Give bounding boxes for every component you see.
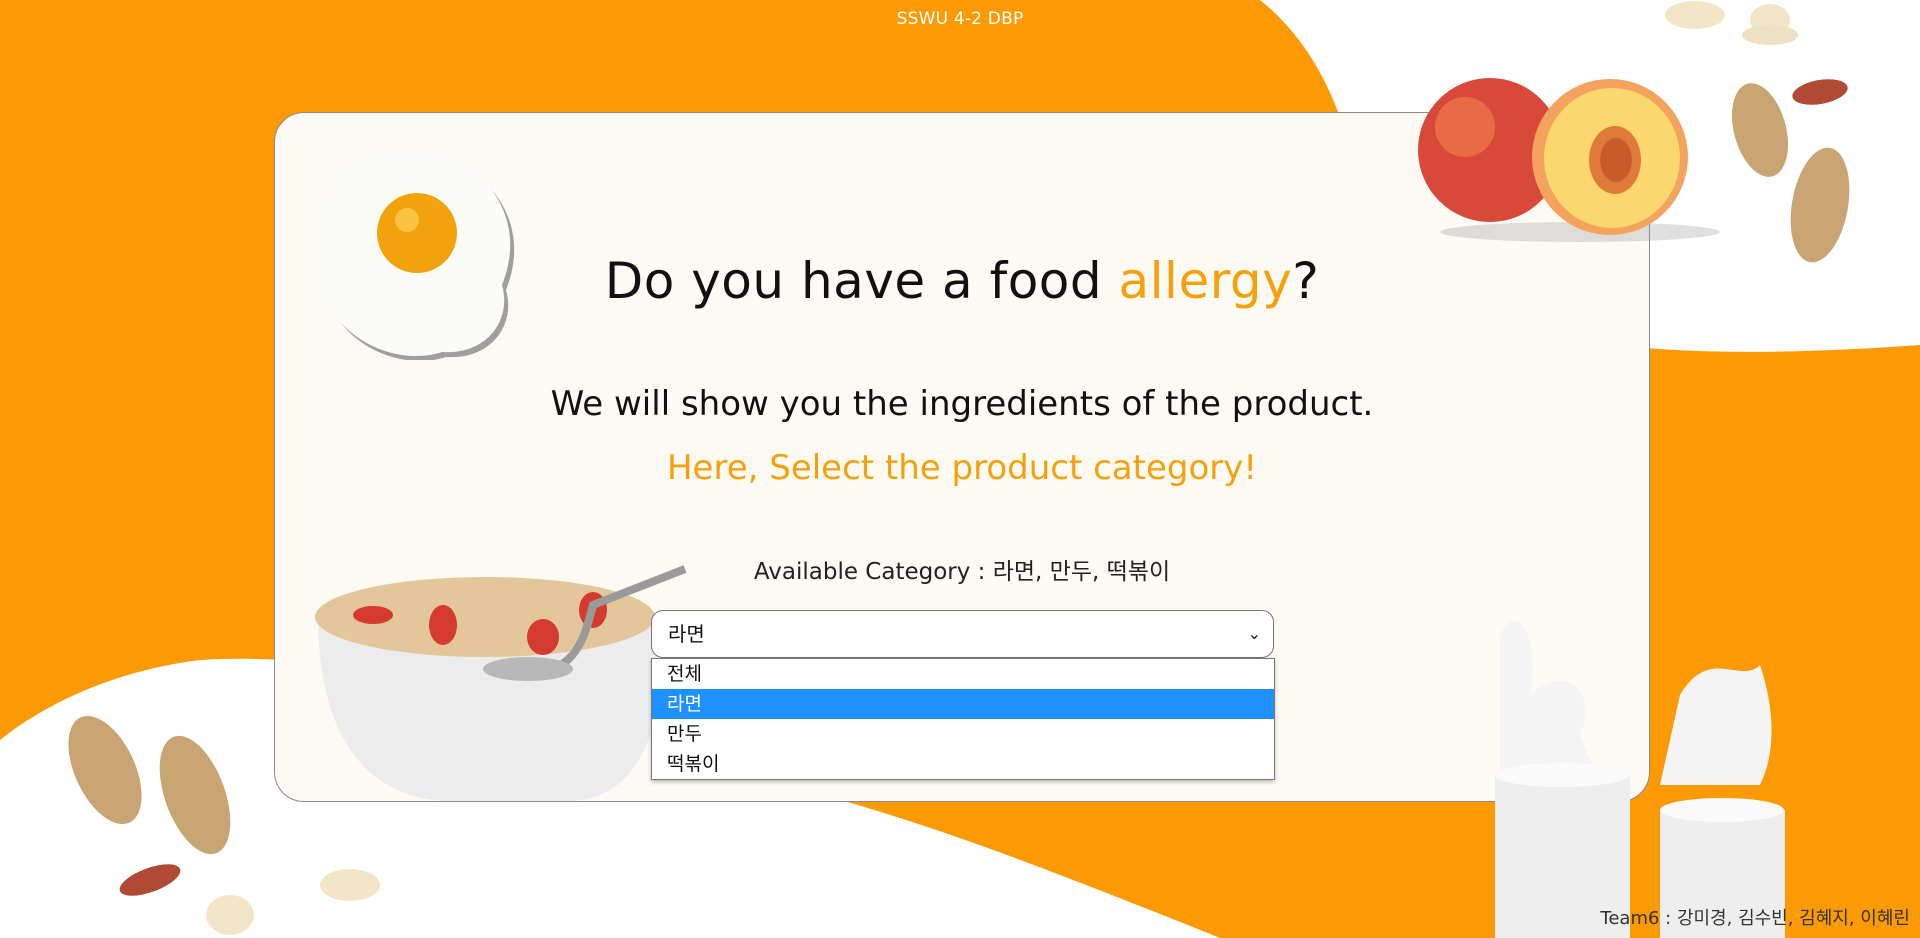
milk-splash-image [1495, 620, 1785, 938]
category-select[interactable]: 라면 ⌄ [651, 610, 1274, 658]
available-categories: Available Category : 라면, 만두, 떡볶이 [753, 559, 1171, 585]
chevron-down-icon: ⌄ [1247, 624, 1261, 643]
subtitle: We will show you the ingredients of the … [550, 384, 1374, 424]
team-credits: Team6 : 강미경, 김수빈, 김혜지, 이혜린 [1600, 908, 1910, 929]
category-option-ramen[interactable]: 라면 [652, 689, 1274, 719]
category-option-dumpling[interactable]: 만두 [652, 719, 1274, 749]
peanut-image [68, 715, 380, 935]
title-accent-word: allergy [1118, 252, 1293, 310]
category-dropdown-list: 전체 라면 만두 떡볶이 [651, 658, 1275, 780]
category-option-all[interactable]: 전체 [652, 659, 1274, 689]
category-option-tteokbokki[interactable]: 떡볶이 [652, 749, 1274, 779]
fried-egg-image [316, 147, 515, 360]
page-title: Do you have a food allergy? [604, 252, 1320, 310]
category-select-value: 라면 [668, 622, 705, 646]
peanut-image [1665, 1, 1850, 263]
category-prompt: Here, Select the product category! [666, 448, 1258, 488]
